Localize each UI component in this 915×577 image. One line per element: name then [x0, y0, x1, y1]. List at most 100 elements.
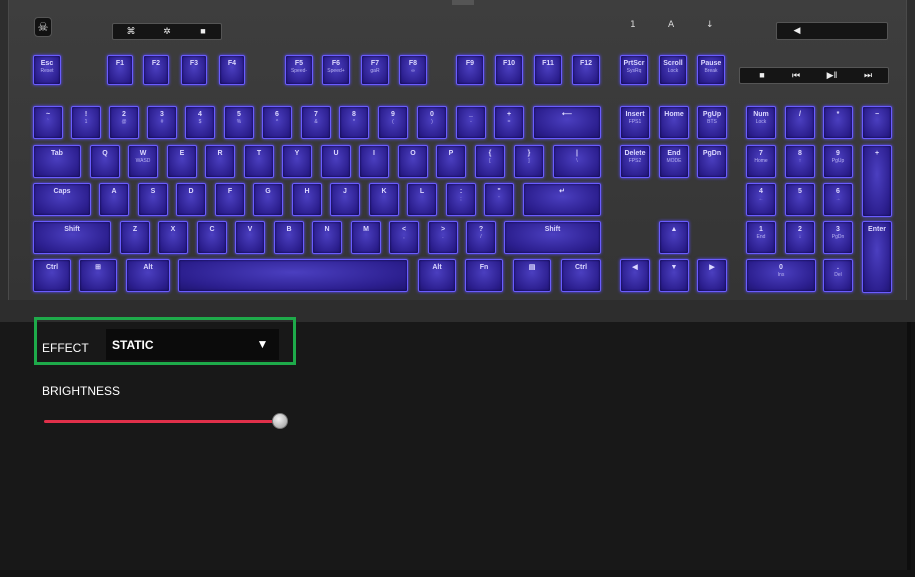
- key-ralt[interactable]: Alt: [418, 259, 456, 292]
- key-space[interactable]: [178, 259, 408, 292]
- key-p[interactable]: P: [436, 145, 466, 178]
- key-up[interactable]: ▲: [659, 221, 689, 254]
- key-scrlk[interactable]: Scroll Lock: [659, 55, 687, 85]
- key-f5[interactable]: F5 Speed-: [285, 55, 313, 85]
- key-n7[interactable]: 7 &: [301, 106, 331, 139]
- key-n9[interactable]: 9(: [378, 106, 408, 139]
- key-period[interactable]: >.: [428, 221, 458, 254]
- key-f2[interactable]: F2: [143, 55, 169, 85]
- key-n3[interactable]: 3 #: [147, 106, 177, 139]
- key-tilde[interactable]: ~ `: [33, 106, 63, 139]
- key-f7[interactable]: F7 gaR: [361, 55, 389, 85]
- dropdown-arrow-icon[interactable]: ▼: [246, 330, 279, 359]
- key-kp3[interactable]: 3 PgDn: [823, 221, 853, 254]
- key-rshift[interactable]: Shift: [504, 221, 601, 254]
- key-kp8[interactable]: 8 ↑: [785, 145, 815, 178]
- mute-icon[interactable]: ◀: [783, 23, 811, 39]
- next-icon[interactable]: ⏭: [854, 68, 882, 83]
- key-v[interactable]: V: [235, 221, 265, 254]
- lock-icon[interactable]: ■: [189, 24, 217, 39]
- key-n8[interactable]: 8 *: [339, 106, 369, 139]
- key-k[interactable]: K: [369, 183, 399, 216]
- key-z[interactable]: Z: [120, 221, 150, 254]
- key-n2[interactable]: 2 @: [109, 106, 139, 139]
- key-kp1[interactable]: 1 End: [746, 221, 776, 254]
- key-f8[interactable]: F8 ∞: [399, 55, 427, 85]
- key-f11[interactable]: F11: [534, 55, 562, 85]
- key-kp0[interactable]: 0 Ins: [746, 259, 816, 292]
- key-equal[interactable]: + =: [494, 106, 524, 139]
- key-f1[interactable]: F1: [107, 55, 133, 85]
- key-kp7[interactable]: 7 Home: [746, 145, 776, 178]
- key-quote[interactable]: " ': [484, 183, 514, 216]
- key-lwin[interactable]: ⊞: [79, 259, 117, 292]
- key-kp4[interactable]: 4 ←: [746, 183, 776, 216]
- key-left[interactable]: ◀: [620, 259, 650, 292]
- key-f10[interactable]: F10: [495, 55, 523, 85]
- key-semi[interactable]: :;: [446, 183, 476, 216]
- effect-select[interactable]: STATIC ▼: [106, 329, 279, 360]
- key-o[interactable]: O: [398, 145, 428, 178]
- key-backspace[interactable]: ⟵: [533, 106, 601, 139]
- key-f6[interactable]: F6 Speed+: [322, 55, 350, 85]
- key-m[interactable]: M: [351, 221, 381, 254]
- key-kp2[interactable]: 2 ↓: [785, 221, 815, 254]
- key-rbr[interactable]: }]: [514, 145, 544, 178]
- key-lalt[interactable]: Alt: [126, 259, 170, 292]
- key-e[interactable]: E: [167, 145, 197, 178]
- brightness-slider-thumb[interactable]: [272, 413, 288, 429]
- key-kp-dot[interactable]: . Del: [823, 259, 853, 292]
- key-kp9[interactable]: 9 PgUp: [823, 145, 853, 178]
- key-kp-plus[interactable]: +: [862, 145, 892, 217]
- key-pause[interactable]: Pause Break: [697, 55, 725, 85]
- key-n0[interactable]: 0): [417, 106, 447, 139]
- key-esc[interactable]: Esc Reset: [33, 55, 61, 85]
- key-lbr[interactable]: {[: [475, 145, 505, 178]
- key-d[interactable]: D: [176, 183, 206, 216]
- key-rctrl[interactable]: Ctrl: [561, 259, 601, 292]
- key-kp-div[interactable]: /: [785, 106, 815, 139]
- key-x[interactable]: X: [158, 221, 188, 254]
- key-delete[interactable]: Delete FPS2: [620, 145, 650, 178]
- volume-roller[interactable]: ◀: [776, 22, 888, 40]
- key-minus[interactable]: _ -: [456, 106, 486, 139]
- key-r[interactable]: R: [205, 145, 235, 178]
- key-fn[interactable]: Fn: [465, 259, 503, 292]
- key-f3[interactable]: F3: [181, 55, 207, 85]
- key-tab[interactable]: Tab: [33, 145, 81, 178]
- key-kp6[interactable]: 6 →: [823, 183, 853, 216]
- key-u[interactable]: U: [321, 145, 351, 178]
- key-kp5[interactable]: 5: [785, 183, 815, 216]
- key-bslash[interactable]: | \: [553, 145, 601, 178]
- stop-icon[interactable]: ■: [748, 68, 776, 83]
- key-n[interactable]: N: [312, 221, 342, 254]
- brightness-slider-track[interactable]: [44, 420, 280, 423]
- key-w[interactable]: W WASD: [128, 145, 158, 178]
- key-lctrl[interactable]: Ctrl: [33, 259, 71, 292]
- key-lshift[interactable]: Shift: [33, 221, 111, 254]
- key-kp-mul[interactable]: *: [823, 106, 853, 139]
- key-slash[interactable]: ? /: [466, 221, 496, 254]
- key-n1[interactable]: ! 1: [71, 106, 101, 139]
- key-g[interactable]: G: [253, 183, 283, 216]
- key-down[interactable]: ▼: [659, 259, 689, 292]
- key-kp-minus[interactable]: −: [862, 106, 892, 139]
- key-home[interactable]: Home: [659, 106, 689, 139]
- key-i[interactable]: I: [359, 145, 389, 178]
- key-f4[interactable]: F4: [219, 55, 245, 85]
- key-y[interactable]: Y: [282, 145, 312, 178]
- key-prtscr[interactable]: PrtScr SysRq: [620, 55, 648, 85]
- key-l[interactable]: L: [407, 183, 437, 216]
- controller-icon[interactable]: ⌘: [117, 24, 145, 39]
- key-n5[interactable]: 5%: [224, 106, 254, 139]
- key-comma[interactable]: <,: [389, 221, 419, 254]
- key-s[interactable]: S: [138, 183, 168, 216]
- key-kp-enter[interactable]: Enter: [862, 221, 892, 293]
- key-caps[interactable]: Caps: [33, 183, 91, 216]
- key-j[interactable]: J: [330, 183, 360, 216]
- key-menu[interactable]: ▤: [513, 259, 551, 292]
- key-pgup[interactable]: PgUp BTS: [697, 106, 727, 139]
- prev-icon[interactable]: ⏮: [782, 68, 810, 83]
- key-end[interactable]: End MODE: [659, 145, 689, 178]
- play-pause-icon[interactable]: ▶‖: [818, 68, 846, 83]
